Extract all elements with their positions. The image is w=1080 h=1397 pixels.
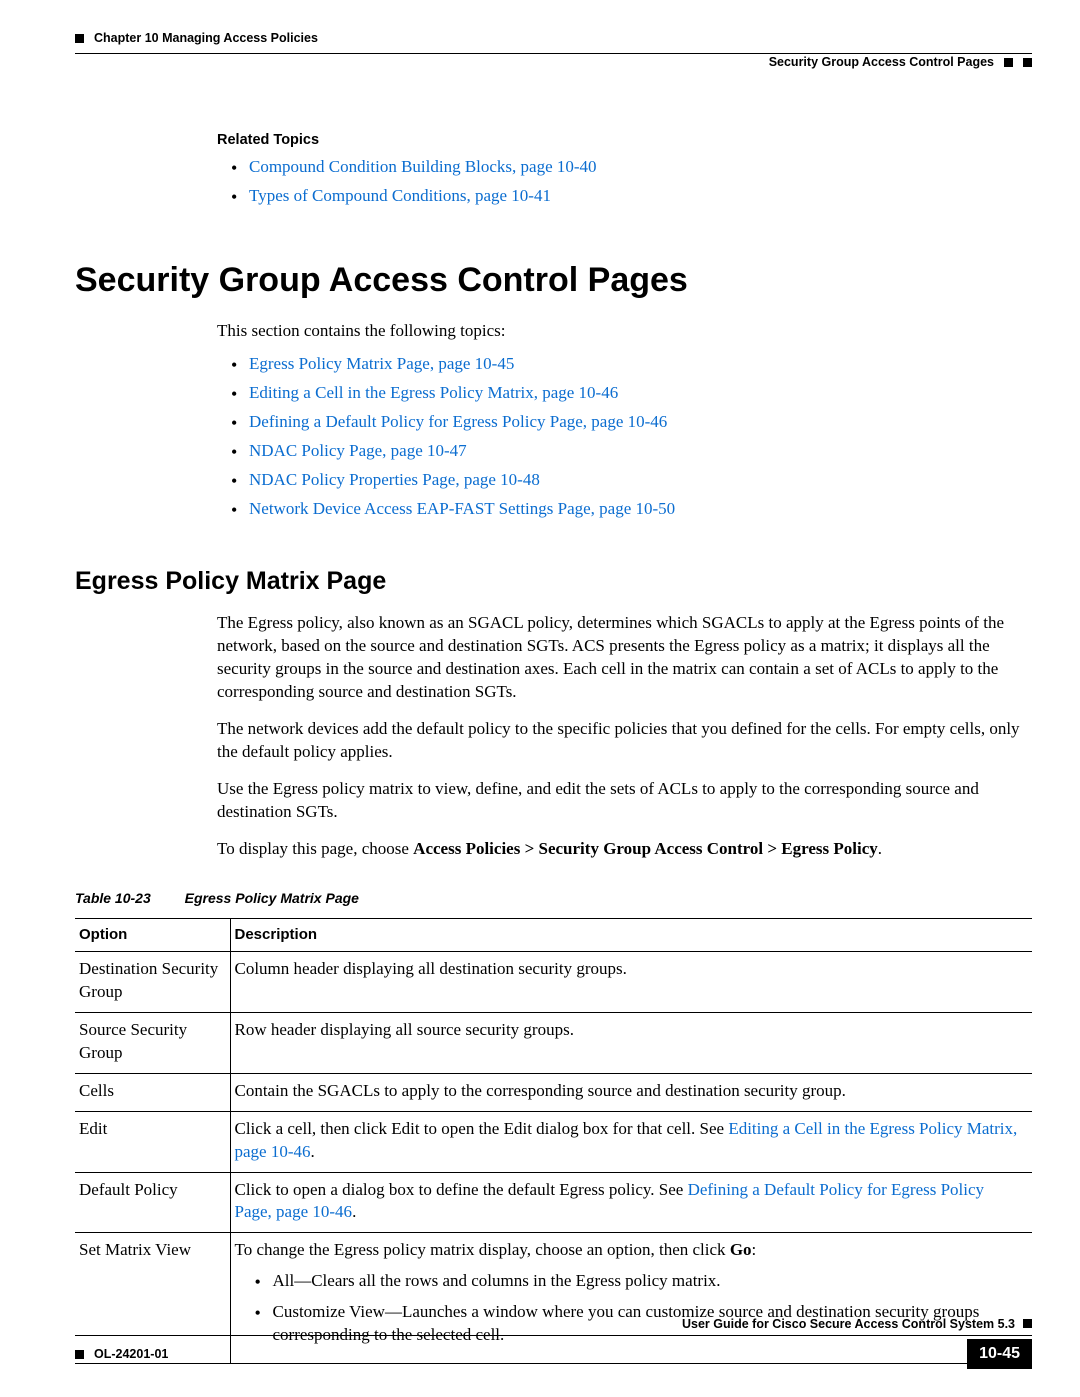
cell-option: Source Security Group xyxy=(75,1012,230,1073)
table-row: Edit Click a cell, then click Edit to op… xyxy=(75,1111,1032,1172)
body-paragraph: The Egress policy, also known as an SGAC… xyxy=(217,612,1032,704)
section-label: Security Group Access Control Pages xyxy=(769,54,994,71)
options-table: Option Description Destination Security … xyxy=(75,918,1032,1364)
table-row: Destination Security Group Column header… xyxy=(75,951,1032,1012)
cell-desc: Row header displaying all source securit… xyxy=(230,1012,1032,1073)
page-number: 10-45 xyxy=(967,1339,1032,1369)
footer-doc-number: OL-24201-01 xyxy=(94,1346,168,1363)
body-text-run: To display this page, choose xyxy=(217,839,413,858)
related-link[interactable]: Types of Compound Conditions, page 10-41 xyxy=(249,186,551,205)
cell-text: Click to open a dialog box to define the… xyxy=(235,1180,688,1199)
table-caption: Table 10-23 Egress Policy Matrix Page xyxy=(75,889,1032,908)
footer-guide-title: User Guide for Cisco Secure Access Contr… xyxy=(682,1316,1015,1333)
cell-text: : xyxy=(752,1240,757,1259)
running-head-left: Chapter 10 Managing Access Policies xyxy=(75,30,1032,47)
topic-link[interactable]: Network Device Access EAP-FAST Settings … xyxy=(249,499,675,518)
table-number: Table 10-23 xyxy=(75,890,151,906)
intro-text: This section contains the following topi… xyxy=(217,320,1032,343)
subsection-title: Egress Policy Matrix Page xyxy=(75,565,1032,599)
topic-link[interactable]: NDAC Policy Properties Page, page 10-48 xyxy=(249,470,540,489)
body-paragraph: To display this page, choose Access Poli… xyxy=(217,838,1032,861)
table-title: Egress Policy Matrix Page xyxy=(185,890,359,906)
square-bullet-icon xyxy=(75,34,84,43)
cell-desc: Contain the SGACLs to apply to the corre… xyxy=(230,1073,1032,1111)
cell-option: Default Policy xyxy=(75,1172,230,1233)
running-head-right: Security Group Access Control Pages xyxy=(75,54,1032,71)
topic-link[interactable]: Editing a Cell in the Egress Policy Matr… xyxy=(249,383,618,402)
body-text-bold: Access Policies > Security Group Access … xyxy=(413,839,878,858)
related-topics-list: Compound Condition Building Blocks, page… xyxy=(217,156,1032,208)
chapter-label: Chapter 10 Managing Access Policies xyxy=(94,30,318,47)
cell-bold: Go xyxy=(730,1240,752,1259)
cell-desc: Column header displaying all destination… xyxy=(230,951,1032,1012)
cell-desc: Click a cell, then click Edit to open th… xyxy=(230,1111,1032,1172)
related-topics-heading: Related Topics xyxy=(217,131,1032,151)
cell-text: Click a cell, then click Edit to open th… xyxy=(235,1119,729,1138)
page-footer: User Guide for Cisco Secure Access Contr… xyxy=(75,1316,1032,1369)
table-row: Source Security Group Row header display… xyxy=(75,1012,1032,1073)
cell-text: . xyxy=(311,1142,315,1161)
page-title: Security Group Access Control Pages xyxy=(75,258,1032,304)
table-row: Default Policy Click to open a dialog bo… xyxy=(75,1172,1032,1233)
square-bullet-icon xyxy=(1004,58,1013,67)
body-paragraph: The network devices add the default poli… xyxy=(217,718,1032,764)
topic-link[interactable]: NDAC Policy Page, page 10-47 xyxy=(249,441,467,460)
table-row: Cells Contain the SGACLs to apply to the… xyxy=(75,1073,1032,1111)
square-bullet-icon xyxy=(1023,1319,1032,1328)
related-link[interactable]: Compound Condition Building Blocks, page… xyxy=(249,157,597,176)
cell-text: . xyxy=(352,1202,356,1221)
body-paragraph: Use the Egress policy matrix to view, de… xyxy=(217,778,1032,824)
cell-text: To change the Egress policy matrix displ… xyxy=(235,1240,730,1259)
square-bullet-icon xyxy=(75,1350,84,1359)
topic-link[interactable]: Egress Policy Matrix Page, page 10-45 xyxy=(249,354,514,373)
th-description: Description xyxy=(230,918,1032,951)
th-option: Option xyxy=(75,918,230,951)
body-text-run: . xyxy=(878,839,882,858)
cell-option: Destination Security Group xyxy=(75,951,230,1012)
square-bullet-icon xyxy=(1023,58,1032,67)
cell-bullet-text: All—Clears all the rows and columns in t… xyxy=(273,1271,721,1290)
cell-option: Cells xyxy=(75,1073,230,1111)
topic-link[interactable]: Defining a Default Policy for Egress Pol… xyxy=(249,412,667,431)
topics-list: Egress Policy Matrix Page, page 10-45 Ed… xyxy=(217,353,1032,521)
cell-desc: Click to open a dialog box to define the… xyxy=(230,1172,1032,1233)
cell-option: Edit xyxy=(75,1111,230,1172)
